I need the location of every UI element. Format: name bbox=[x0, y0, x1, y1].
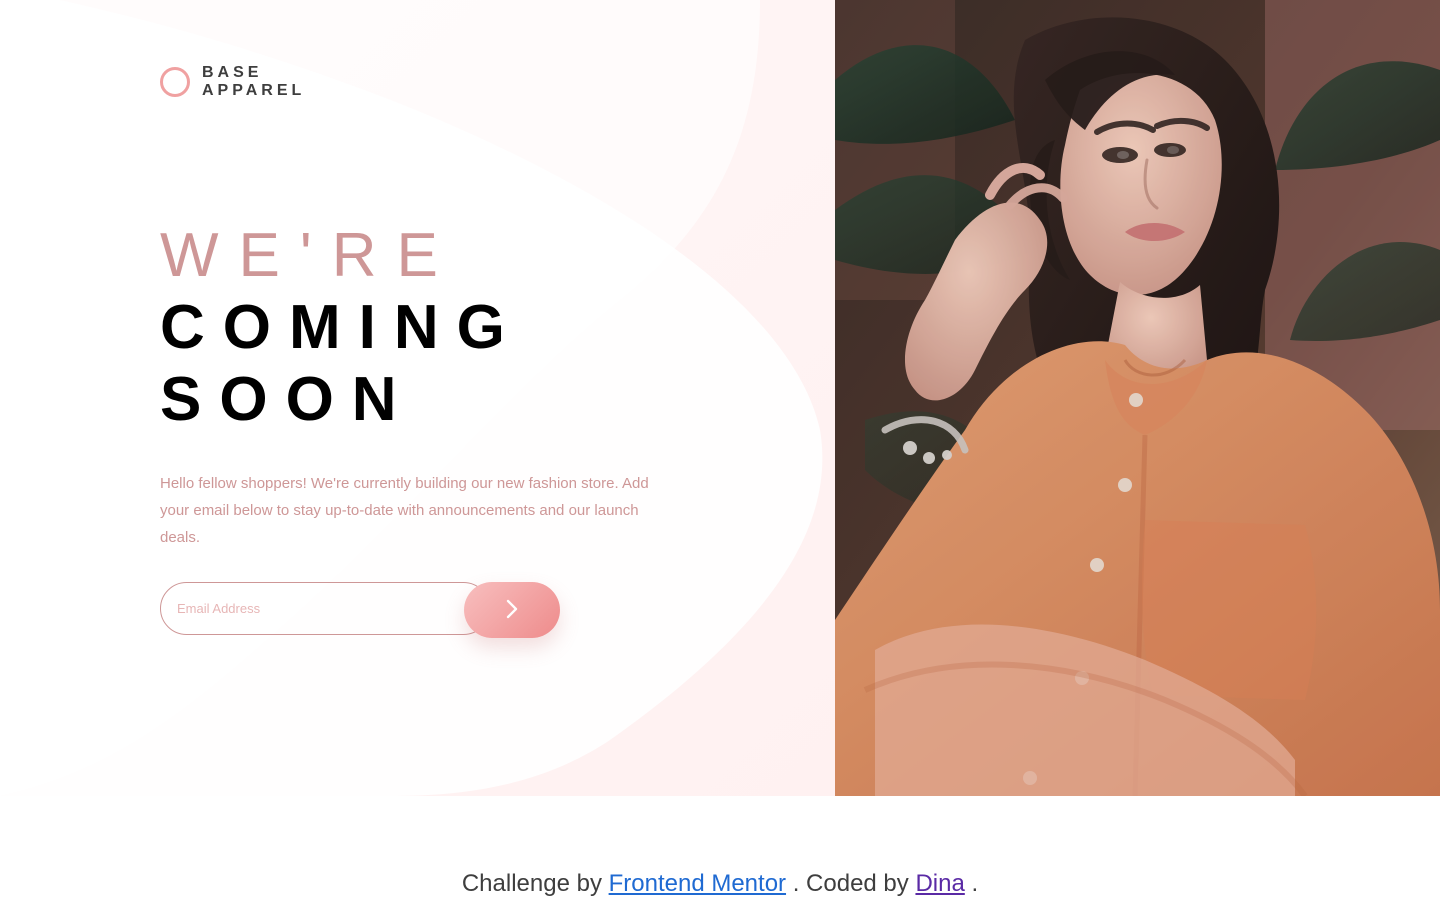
frontend-mentor-link[interactable]: Frontend Mentor bbox=[609, 870, 786, 897]
hero-photo bbox=[835, 0, 1440, 796]
attribution-prefix: Challenge by bbox=[461, 870, 609, 897]
email-signup-form bbox=[160, 582, 560, 638]
author-link[interactable]: Dina bbox=[915, 870, 964, 897]
attribution: Challenge by Frontend Mentor . Coded by … bbox=[0, 870, 1440, 898]
chevron-right-icon bbox=[506, 599, 518, 622]
headline-light: WE'RE bbox=[160, 221, 458, 290]
logo-text-line2: APPAREL bbox=[202, 82, 306, 99]
submit-button[interactable] bbox=[464, 582, 560, 638]
hero-description: Hello fellow shoppers! We're currently b… bbox=[160, 475, 649, 546]
page: BASE APPAREL WE'RE COMING SOON Hello fel… bbox=[0, 0, 1440, 911]
attribution-suffix: . bbox=[971, 870, 979, 897]
headline-dark-line1: COMING bbox=[160, 293, 523, 362]
headline-dark-line2: SOON bbox=[160, 365, 415, 434]
logo-text: BASE APPAREL bbox=[202, 64, 305, 100]
brand-logo: BASE APPAREL bbox=[160, 64, 305, 100]
logo-text-line1: BASE bbox=[202, 64, 263, 81]
hero-section: BASE APPAREL WE'RE COMING SOON Hello fel… bbox=[0, 0, 1440, 796]
attribution-middle: . Coded by bbox=[792, 870, 916, 897]
hero-headline: WE'RE COMING SOON bbox=[160, 220, 780, 436]
logo-ring-icon bbox=[160, 67, 190, 97]
hero-image bbox=[835, 0, 1440, 796]
email-field[interactable] bbox=[160, 582, 490, 635]
hero-content: BASE APPAREL WE'RE COMING SOON Hello fel… bbox=[0, 0, 835, 796]
